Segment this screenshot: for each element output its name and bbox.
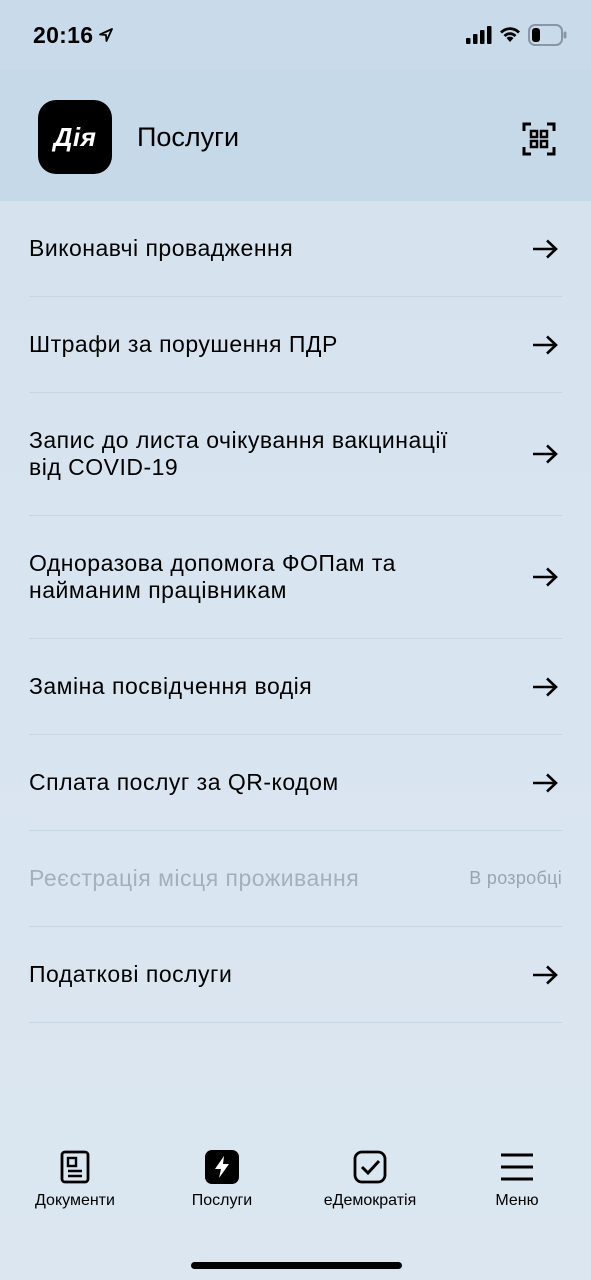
- service-item-fop-one-time-aid[interactable]: Одноразова допомога ФОПам та найманим пр…: [29, 516, 562, 639]
- status-time: 20:16: [33, 22, 94, 48]
- wifi-icon: [500, 27, 520, 42]
- arrow-right-icon: [533, 239, 558, 258]
- tab-bar: Документи Послуги еДемократія Меню: [0, 1140, 591, 1220]
- checkbox-icon: [353, 1150, 387, 1184]
- home-indicator[interactable]: [191, 1262, 402, 1269]
- service-label: Виконавчі провадження: [29, 235, 294, 261]
- service-label: Реєстрація місця проживання: [29, 865, 360, 891]
- service-item-residence-registration: Реєстрація місця проживання В розробці: [29, 831, 562, 927]
- battery-icon: [528, 24, 567, 46]
- tab-edemocracy[interactable]: еДемократія: [295, 1140, 445, 1210]
- service-item-driver-license-replacement[interactable]: Заміна посвідчення водія: [29, 639, 562, 735]
- arrow-right-icon: [533, 773, 558, 792]
- arrow-right-icon: [533, 444, 558, 464]
- tab-label: Документи: [35, 1192, 115, 1209]
- menu-icon: [501, 1153, 533, 1181]
- diia-logo: Дія: [38, 100, 112, 174]
- app-header: Дія Послуги: [0, 70, 591, 201]
- service-label: Одноразова допомога ФОПам та найманим пр…: [29, 550, 396, 603]
- tab-menu[interactable]: Меню: [442, 1140, 591, 1210]
- services-list: Виконавчі провадження Штрафи за порушенн…: [29, 201, 562, 1023]
- arrow-right-icon: [533, 567, 558, 587]
- tab-label: Меню: [495, 1192, 539, 1209]
- service-label: Заміна посвідчення водія: [29, 673, 313, 699]
- service-label: Сплата послуг за QR-кодом: [29, 769, 339, 795]
- document-icon: [60, 1150, 90, 1184]
- location-arrow-icon: [99, 28, 113, 42]
- qr-scan-icon[interactable]: [522, 122, 556, 156]
- cellular-signal-icon: [466, 26, 492, 44]
- lightning-icon: [205, 1150, 239, 1184]
- tab-label: еДемократія: [323, 1192, 417, 1209]
- arrow-right-icon: [533, 965, 558, 984]
- tab-services[interactable]: Послуги: [147, 1140, 297, 1210]
- arrow-right-icon: [533, 677, 558, 696]
- service-item-tax-services[interactable]: Податкові послуги: [29, 927, 562, 1023]
- tab-documents[interactable]: Документи: [0, 1140, 150, 1210]
- service-label: Штрафи за порушення ПДР: [29, 331, 338, 357]
- service-item-traffic-fines[interactable]: Штрафи за порушення ПДР: [29, 297, 562, 393]
- arrow-right-icon: [533, 335, 558, 354]
- tab-label: Послуги: [191, 1192, 253, 1209]
- service-item-enforcement-proceedings[interactable]: Виконавчі провадження: [29, 201, 562, 297]
- page-title: Послуги: [137, 122, 240, 152]
- service-item-qr-payment[interactable]: Сплата послуг за QR-кодом: [29, 735, 562, 831]
- service-label: Податкові послуги: [29, 961, 233, 987]
- service-label: Запис до листа очікування вакцинації від…: [29, 427, 448, 480]
- status-bar: 20:16: [0, 0, 591, 70]
- service-item-covid-vaccination-waitlist[interactable]: Запис до листа очікування вакцинації від…: [29, 393, 562, 516]
- in-development-badge: В розробці: [469, 868, 562, 888]
